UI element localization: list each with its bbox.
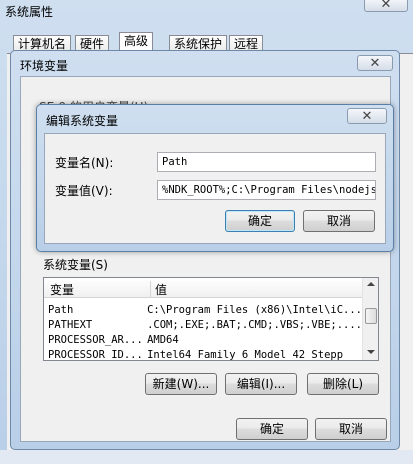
variable-value-field[interactable]: %NDK_ROOT%;C:\Program Files\nodejs\ bbox=[157, 180, 376, 200]
env-ok-button[interactable]: 确定 bbox=[236, 418, 308, 440]
variable-value-cell: .COM;.EXE;.BAT;.CMD;.VBS;.VBE;.... bbox=[147, 318, 362, 331]
variable-name-cell: PATHEXT bbox=[48, 318, 93, 331]
system-variables-label: 系统变量(S) bbox=[43, 258, 108, 272]
scroll-down-arrow-icon[interactable] bbox=[367, 350, 375, 354]
list-scrollbar[interactable] bbox=[362, 278, 378, 360]
variable-value-label: 变量值(V): bbox=[55, 184, 113, 198]
variable-name-cell: PROCESSOR_ID... bbox=[48, 348, 143, 361]
system-properties-close-button[interactable]: ✕ bbox=[364, 0, 408, 12]
table-row[interactable]: Path C:\Program Files (x86)\Intel\iC... bbox=[44, 302, 362, 317]
table-row[interactable]: PROCESSOR_ID... Intel64 Family 6 Model 4… bbox=[44, 347, 362, 361]
scroll-up-arrow-icon[interactable] bbox=[367, 282, 375, 286]
list-header: 变量 值 bbox=[44, 278, 362, 298]
variable-name-field[interactable]: Path bbox=[157, 152, 376, 172]
env-dialog-title: 环境变量 bbox=[20, 59, 69, 73]
column-header-value[interactable]: 值 bbox=[150, 281, 360, 298]
system-properties-footer bbox=[0, 450, 413, 464]
variable-value-cell: Intel64 Family 6 Model 42 Stepp bbox=[147, 348, 344, 361]
new-variable-button[interactable]: 新建(W)... bbox=[145, 373, 217, 395]
column-header-variable[interactable]: 变量 bbox=[50, 281, 142, 298]
edit-dialog-title: 编辑系统变量 bbox=[46, 114, 119, 128]
system-variables-list[interactable]: 变量 值 Path C:\Program Files (x86)\Intel\i… bbox=[43, 277, 379, 361]
list-body: Path C:\Program Files (x86)\Intel\iC... … bbox=[44, 302, 362, 361]
system-properties-title: 系统属性 bbox=[5, 5, 54, 19]
variable-value-cell: C:\Program Files (x86)\Intel\iC... bbox=[147, 303, 362, 316]
edit-cancel-button[interactable]: 取消 bbox=[303, 210, 375, 232]
variable-name-cell: PROCESSOR_AR... bbox=[48, 333, 143, 346]
edit-dialog-close-button[interactable]: ✕ bbox=[347, 108, 387, 124]
variable-name-label: 变量名(N): bbox=[55, 156, 114, 170]
edit-variable-button[interactable]: 编辑(I)... bbox=[225, 373, 297, 395]
variable-value-cell: AMD64 bbox=[147, 333, 179, 346]
scroll-thumb[interactable] bbox=[365, 308, 377, 324]
variable-name-cell: Path bbox=[48, 303, 74, 316]
delete-variable-button[interactable]: 删除(L) bbox=[307, 373, 379, 395]
env-cancel-button[interactable]: 取消 bbox=[315, 418, 387, 440]
env-dialog-close-button[interactable]: ✕ bbox=[357, 55, 393, 71]
edit-system-variable-dialog: 编辑系统变量 ✕ 变量名(N): Path 变量值(V): %NDK_ROOT%… bbox=[36, 104, 394, 252]
table-row[interactable]: PROCESSOR_AR... AMD64 bbox=[44, 332, 362, 347]
edit-ok-button[interactable]: 确定 bbox=[225, 210, 295, 232]
table-row[interactable]: PATHEXT .COM;.EXE;.BAT;.CMD;.VBS;.VBE;..… bbox=[44, 317, 362, 332]
